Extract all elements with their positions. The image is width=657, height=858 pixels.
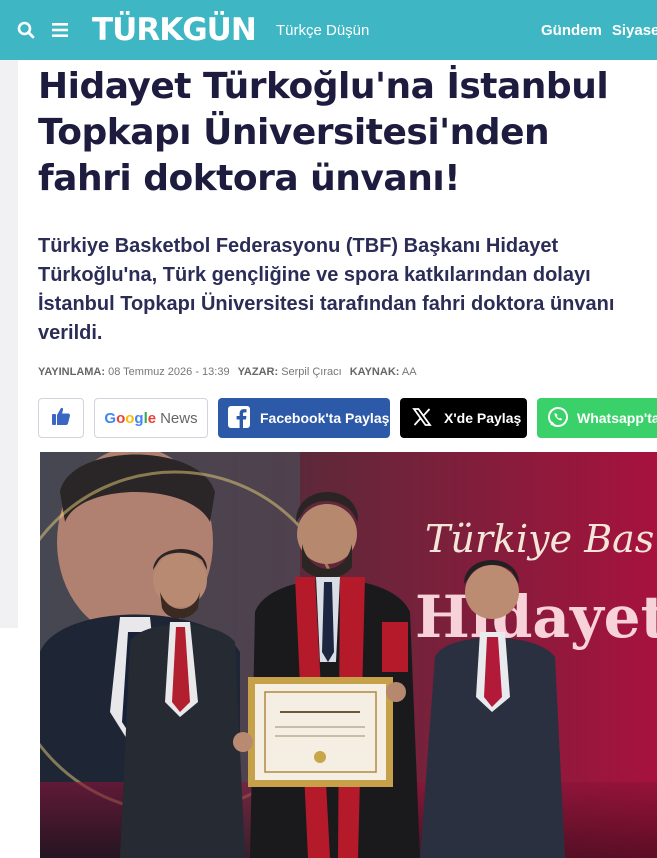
facebook-share-label: Facebook'ta Paylaş — [260, 410, 390, 426]
whatsapp-icon — [547, 406, 569, 431]
menu-icon[interactable] — [48, 18, 72, 42]
x-share-label: X'de Paylaş — [444, 410, 522, 426]
article-summary: Türkiye Basketbol Federasyonu (TBF) Başk… — [38, 235, 615, 344]
article-title: Hidayet Türkoğlu'na İstanbul Topkapı Üni… — [38, 66, 609, 199]
article-meta: YAYINLAMA: 08 Temmuz 2026 - 13:39 YAZAR:… — [38, 366, 417, 378]
search-icon[interactable] — [14, 18, 38, 42]
published-date: 08 Temmuz 2026 - 13:39 — [108, 366, 230, 378]
site-logo[interactable]: TÜRKGÜN — [92, 12, 257, 48]
like-button[interactable] — [38, 398, 84, 438]
author-info: YAZAR: Serpil Çıracı — [238, 366, 342, 378]
google-news-label: News — [160, 409, 198, 427]
backdrop-text-name: Hidayet — [415, 583, 657, 651]
published-label: YAYINLAMA: — [38, 366, 106, 378]
main-nav: Gündem Siyaset S — [541, 22, 657, 39]
x-logo-icon — [412, 407, 432, 430]
source-label: KAYNAK: — [349, 366, 400, 378]
published-info: YAYINLAMA: 08 Temmuz 2026 - 13:39 — [38, 366, 230, 378]
facebook-share-button[interactable]: Facebook'ta Paylaş — [218, 398, 390, 438]
backdrop-text-federation: Türkiye Bas — [425, 517, 654, 561]
author-name[interactable]: Serpil Çıracı — [281, 366, 342, 378]
author-label: YAZAR: — [237, 366, 279, 378]
left-gutter — [0, 60, 18, 628]
nav-item-siyaset[interactable]: Siyaset — [612, 22, 657, 39]
x-share-button[interactable]: X'de Paylaş — [400, 398, 527, 438]
source-info: KAYNAK: AA — [350, 366, 417, 378]
ceremony-photo-illustration: Türkiye Bas Hidayet — [40, 452, 657, 858]
thumbs-up-icon — [50, 405, 72, 432]
site-tagline: Türkçe Düşün — [276, 22, 370, 39]
top-navbar: TÜRKGÜN Türkçe Düşün Gündem Siyaset S — [0, 0, 657, 60]
google-wordmark: Google — [104, 409, 157, 427]
source-name: AA — [401, 366, 417, 378]
facebook-icon — [228, 405, 250, 431]
whatsapp-share-button[interactable]: Whatsapp'ta Paylaş — [537, 398, 657, 438]
whatsapp-share-label: Whatsapp'ta Paylaş — [577, 410, 657, 426]
google-news-button[interactable]: Google News — [94, 398, 208, 438]
article-main-photo[interactable]: Türkiye Bas Hidayet — [40, 452, 657, 858]
nav-item-gundem[interactable]: Gündem — [541, 22, 602, 39]
